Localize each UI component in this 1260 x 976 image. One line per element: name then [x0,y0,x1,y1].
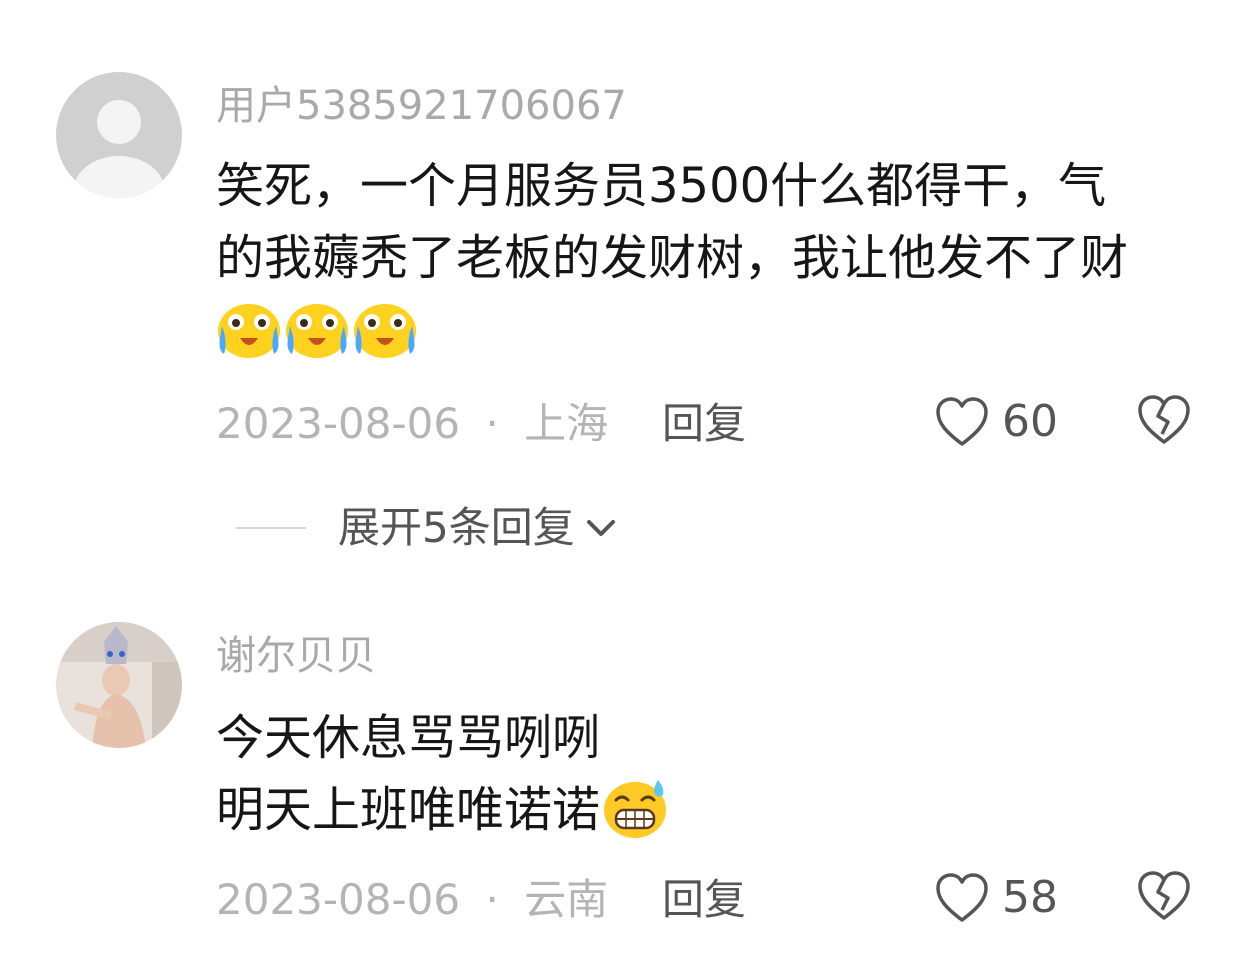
comment-text: 笑死，一个月服务员3500什么都得干，气 的我薅秃了老板的发财树，我让他发不了财 [216,150,1128,360]
divider-line [236,527,306,529]
dislike-button[interactable] [1136,870,1192,926]
comment-meta: 2023-08-06 · 上海 [216,396,608,452]
broken-heart-icon [1138,871,1190,920]
comment-text-line: 明天上班唯唯诺诺 [216,782,601,838]
like-button[interactable]: 60 [934,394,1058,450]
dislike-button[interactable] [1136,394,1192,450]
crying-emoji [354,304,416,358]
comment-date: 2023-08-06 [216,875,461,924]
crying-emoji [218,304,280,358]
expand-replies-button[interactable]: 展开5条回复 [236,500,621,556]
avatar[interactable] [56,622,182,748]
broken-heart-icon [1138,395,1190,444]
comment-date: 2023-08-06 [216,399,461,448]
comment-location: 上海 [524,399,609,448]
expand-replies-label: 展开5条回复 [338,503,575,552]
meta-separator: · [485,875,499,924]
comment-meta: 2023-08-06 · 云南 [216,872,608,928]
comment-location: 云南 [524,875,609,924]
avatar[interactable] [56,72,182,198]
comment-text-line: 笑死，一个月服务员3500什么都得干，气 [216,158,1107,214]
like-count: 58 [1002,872,1058,923]
username[interactable]: 用户5385921706067 [216,80,627,132]
like-count: 60 [1002,396,1058,447]
crying-emoji [286,304,348,358]
comment-text-line-with-emoji: 明天上班唯唯诺诺 [216,774,670,846]
heart-icon [936,397,988,446]
heart-icon [936,873,988,922]
reply-button[interactable]: 回复 [662,396,746,452]
meta-separator: · [485,399,499,448]
like-button[interactable]: 58 [934,870,1058,926]
reply-button[interactable]: 回复 [662,872,746,928]
chevron-down-icon [586,520,615,536]
comment-text-line: 的我薅秃了老板的发财树，我让他发不了财 [216,230,1129,286]
username[interactable]: 谢尔贝贝 [216,630,376,682]
sweat-grin-emoji [604,780,667,838]
emoji-row [216,298,1128,360]
comment-text-line: 今天休息骂骂咧咧 [216,710,601,766]
comment-text: 今天休息骂骂咧咧 明天上班唯唯诺诺 [216,702,670,846]
